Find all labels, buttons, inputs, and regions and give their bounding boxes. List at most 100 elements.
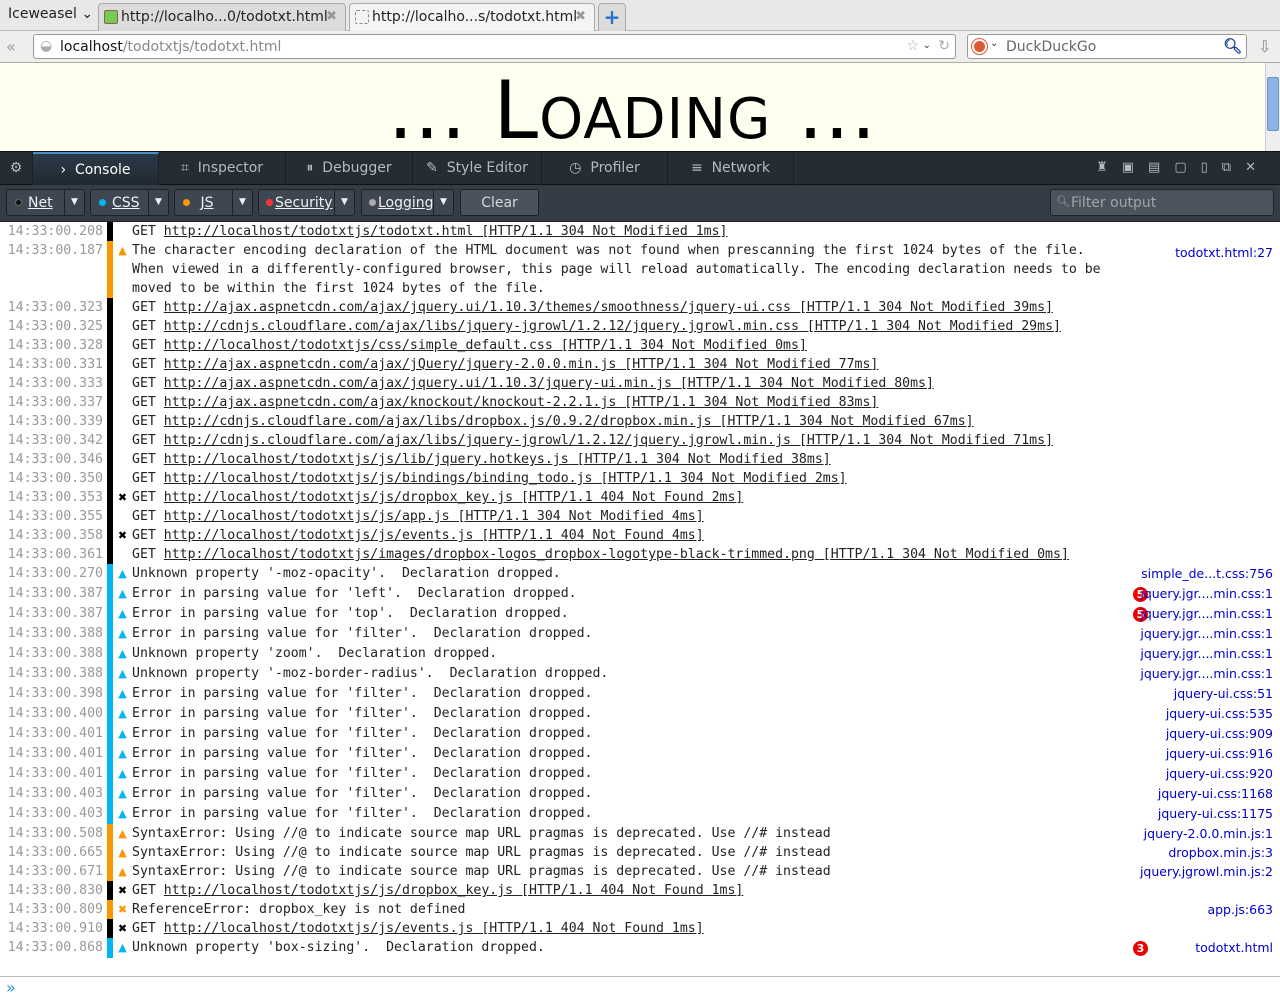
response-status-link[interactable]: [HTTP/1.1 304 Not Modified 39ms] bbox=[791, 300, 1053, 315]
source-location-link[interactable]: app.js:663 bbox=[1207, 900, 1273, 919]
request-url-link[interactable]: http://cdnjs.cloudflare.com/ajax/libs/dr… bbox=[164, 414, 712, 429]
chevron-down-icon[interactable]: ▼ bbox=[232, 190, 252, 215]
console-input[interactable]: » bbox=[0, 976, 1280, 997]
response-status-link[interactable]: [HTTP/1.1 304 Not Modified 2ms] bbox=[593, 471, 846, 486]
clear-button[interactable]: Clear bbox=[460, 189, 539, 216]
request-url-link[interactable]: http://localhost/todotxtjs/js/events.js bbox=[164, 921, 474, 936]
source-location-link[interactable]: jquery-ui.css:535 bbox=[1166, 704, 1273, 724]
app-menu-button[interactable]: Iceweasel ⌄ bbox=[8, 6, 93, 22]
response-status-link[interactable]: [HTTP/1.1 304 Not Modified 4ms] bbox=[450, 509, 704, 524]
request-url-link[interactable]: http://ajax.aspnetcdn.com/ajax/jquery.ui… bbox=[164, 300, 791, 315]
request-url-link[interactable]: http://localhost/todotxtjs/images/dropbo… bbox=[164, 547, 815, 562]
source-location-link[interactable]: jquery-ui.css:916 bbox=[1166, 744, 1273, 764]
source-location-link[interactable]: jquery-2.0.0.min.js:1 bbox=[1144, 824, 1273, 843]
downloads-icon[interactable]: ⇩ bbox=[1258, 37, 1271, 56]
tab-profiler[interactable]: ◷ Profiler bbox=[542, 152, 668, 185]
settings-gear-icon[interactable]: ⚙ bbox=[0, 152, 33, 185]
bookmark-star-icon[interactable]: ☆ bbox=[906, 38, 919, 54]
filter-css-button[interactable]: CSS ▼ bbox=[90, 189, 169, 216]
request-url-link[interactable]: http://ajax.aspnetcdn.com/ajax/jQuery/jq… bbox=[164, 357, 617, 372]
source-location-link[interactable]: todotxt.html:27 bbox=[1175, 243, 1273, 262]
reload-icon[interactable]: ↻ bbox=[938, 38, 950, 54]
tab-network[interactable]: ≡ Network bbox=[668, 152, 794, 185]
source-location-link[interactable]: jquery.jgr....min.css:1 bbox=[1140, 604, 1273, 624]
request-url-link[interactable]: http://localhost/todotxtjs/js/dropbox_ke… bbox=[164, 883, 513, 898]
request-url-link[interactable]: http://cdnjs.cloudflare.com/ajax/libs/jq… bbox=[164, 433, 791, 448]
response-status-link[interactable]: [HTTP/1.1 404 Not Found 1ms] bbox=[513, 883, 743, 898]
source-location-link[interactable]: jquery.jgr....min.css:1 bbox=[1140, 644, 1273, 664]
request-url-link[interactable]: http://localhost/todotxtjs/js/lib/jquery… bbox=[164, 452, 569, 467]
chevron-down-icon[interactable]: ▼ bbox=[64, 190, 84, 215]
request-url-link[interactable]: http://localhost/todotxtjs/todotxt.html bbox=[164, 224, 474, 239]
source-location-link[interactable]: jquery-ui.css:1175 bbox=[1158, 804, 1273, 824]
chevron-down-icon[interactable]: ▼ bbox=[433, 190, 453, 215]
close-icon[interactable]: ✕ bbox=[1245, 160, 1270, 175]
response-status-link[interactable]: [HTTP/1.1 304 Not Modified 0ms] bbox=[553, 338, 807, 353]
response-status-link[interactable]: [HTTP/1.1 304 Not Modified 71ms] bbox=[791, 433, 1053, 448]
response-status-link[interactable]: [HTTP/1.1 304 Not Modified 38ms] bbox=[569, 452, 831, 467]
tab-inspector[interactable]: ⌗ Inspector bbox=[159, 152, 286, 185]
response-status-link[interactable]: [HTTP/1.1 304 Not Modified 77ms] bbox=[616, 357, 878, 372]
tab-style-editor[interactable]: ✎ Style Editor bbox=[413, 152, 542, 185]
close-tab-icon[interactable]: ✖ bbox=[326, 9, 337, 24]
source-location-link[interactable]: jquery-ui.css:51 bbox=[1174, 684, 1273, 704]
source-location-link[interactable]: dropbox.min.js:3 bbox=[1168, 843, 1273, 862]
source-location-link[interactable]: jquery.jgr....min.css:1 bbox=[1140, 624, 1273, 644]
responsive-icon[interactable]: ▤ bbox=[1148, 160, 1174, 175]
filter-js-button[interactable]: JS ▼ bbox=[174, 189, 253, 216]
tab-1[interactable]: http://localho...0/todotxt.html ✖ bbox=[98, 3, 346, 31]
source-location-link[interactable]: jquery-ui.css:1168 bbox=[1158, 784, 1273, 804]
chevron-down-icon[interactable]: ▼ bbox=[334, 190, 354, 215]
request-url-link[interactable]: http://ajax.aspnetcdn.com/ajax/jquery.ui… bbox=[164, 376, 672, 391]
filter-security-button[interactable]: Security ▼ bbox=[258, 189, 355, 216]
dock-side-icon[interactable]: ▯ bbox=[1201, 160, 1222, 175]
chevron-down-icon[interactable]: ⌄ bbox=[923, 40, 931, 51]
paintbrush-icon[interactable]: ♜ bbox=[1096, 160, 1122, 175]
tab-debugger[interactable]: ⏸︎ Debugger bbox=[286, 152, 413, 185]
source-location-link[interactable]: jquery-ui.css:920 bbox=[1166, 764, 1273, 784]
back-icon[interactable]: « bbox=[6, 37, 16, 56]
source-location-link[interactable]: todotxt.html bbox=[1195, 938, 1273, 958]
url-bar[interactable]: ◒ localhost/todotxtjs/todotxt.html ☆ ⌄ ↻ bbox=[33, 34, 956, 59]
console-output[interactable]: 14:33:00.208 GET http://localhost/todotxt… bbox=[0, 222, 1280, 976]
response-status-link[interactable]: [HTTP/1.1 404 Not Found 2ms] bbox=[513, 490, 743, 505]
tab-console[interactable]: › Console bbox=[33, 152, 159, 185]
response-status-link[interactable]: [HTTP/1.1 304 Not Modified 80ms] bbox=[672, 376, 934, 391]
search-icon[interactable]: 🔍︎ bbox=[1223, 37, 1242, 55]
request-url-link[interactable]: http://ajax.aspnetcdn.com/ajax/knockout/… bbox=[164, 395, 617, 410]
response-status-link[interactable]: [HTTP/1.1 304 Not Modified 83ms] bbox=[616, 395, 878, 410]
scrollbar-thumb[interactable] bbox=[1267, 77, 1279, 131]
source-location-link[interactable]: jquery.jgr....min.css:1 bbox=[1140, 664, 1273, 684]
duckduckgo-icon[interactable] bbox=[972, 39, 987, 54]
scratchpad-cube-icon[interactable]: ▣ bbox=[1122, 160, 1148, 175]
chevron-down-icon[interactable]: ▼ bbox=[148, 190, 168, 215]
search-bar[interactable]: ⌄ DuckDuckGo 🔍︎ bbox=[967, 34, 1247, 59]
new-tab-button[interactable]: + bbox=[598, 3, 626, 31]
undock-icon[interactable]: ⧉ bbox=[1222, 160, 1245, 175]
request-url-link[interactable]: http://localhost/todotxtjs/js/bindings/b… bbox=[164, 471, 593, 486]
screenshot-icon[interactable]: ▢ bbox=[1174, 160, 1200, 175]
close-tab-icon[interactable]: ✖ bbox=[575, 9, 586, 24]
response-status-link[interactable]: [HTTP/1.1 304 Not Modified 67ms] bbox=[712, 414, 974, 429]
request-url-link[interactable]: http://localhost/todotxtjs/js/app.js bbox=[164, 509, 450, 524]
request-url-link[interactable]: http://cdnjs.cloudflare.com/ajax/libs/jq… bbox=[164, 319, 799, 334]
request-url-link[interactable]: http://localhost/todotxtjs/js/dropbox_ke… bbox=[164, 490, 513, 505]
response-status-link[interactable]: [HTTP/1.1 404 Not Found 4ms] bbox=[473, 528, 703, 543]
request-url-link[interactable]: http://localhost/todotxtjs/js/events.js bbox=[164, 528, 474, 543]
source-location-link[interactable]: simple_de...t.css:756 bbox=[1141, 564, 1273, 584]
tab-2[interactable]: http://localho...s/todotxt.html ✖ bbox=[349, 3, 595, 31]
response-status-link[interactable]: [HTTP/1.1 404 Not Found 1ms] bbox=[473, 921, 703, 936]
source-location-link[interactable]: jquery-ui.css:909 bbox=[1166, 724, 1273, 744]
page-scrollbar[interactable] bbox=[1265, 63, 1280, 151]
source-location-link[interactable]: jquery.jgrowl.min.js:2 bbox=[1140, 862, 1273, 881]
response-status-link[interactable]: [HTTP/1.1 304 Not Modified 0ms] bbox=[815, 547, 1069, 562]
filter-logging-button[interactable]: Logging ▼ bbox=[361, 189, 454, 216]
response-status-link[interactable]: [HTTP/1.1 304 Not Modified 1ms] bbox=[473, 224, 727, 239]
filter-output-input[interactable]: 🔍︎ Filter output bbox=[1050, 189, 1274, 216]
filter-net-button[interactable]: Net ▼ bbox=[6, 189, 85, 216]
request-url-link[interactable]: http://localhost/todotxtjs/css/simple_de… bbox=[164, 338, 553, 353]
site-identity-icon[interactable]: ◒ bbox=[40, 38, 52, 54]
chevron-down-icon[interactable]: ⌄ bbox=[990, 38, 998, 49]
source-location-link[interactable]: jquery.jgr....min.css:1 bbox=[1140, 584, 1273, 604]
response-status-link[interactable]: [HTTP/1.1 304 Not Modified 29ms] bbox=[799, 319, 1061, 334]
